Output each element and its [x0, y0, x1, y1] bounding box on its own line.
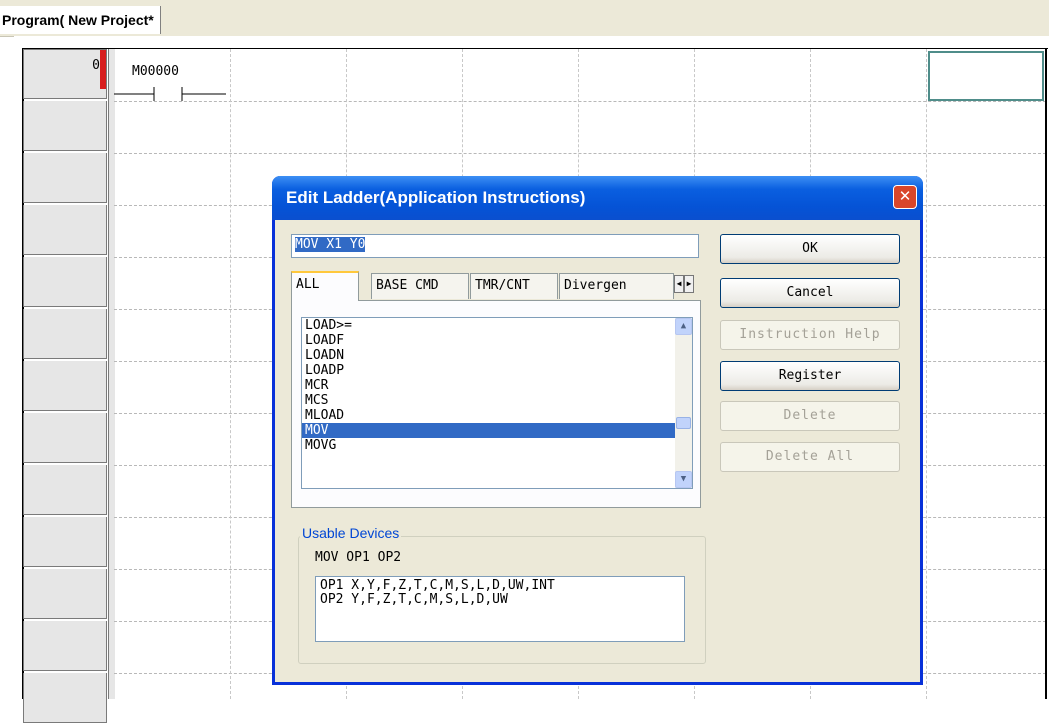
list-item[interactable]: LOAD>=	[302, 318, 692, 333]
register-button[interactable]: Register	[720, 361, 900, 391]
close-icon: ✕	[898, 188, 912, 205]
dialog-title-bar[interactable]: Edit Ladder(Application Instructions) ✕	[272, 176, 923, 220]
grid-column-line	[230, 49, 231, 699]
document-tab-bar: Program( New Project*	[0, 0, 1049, 37]
usable-devices-box: OP1 X,Y,F,Z,T,C,M,S,L,D,UW,INT OP2 Y,F,Z…	[315, 576, 685, 642]
scroll-thumb[interactable]	[676, 417, 691, 429]
scroll-up-icon[interactable]: ▲	[675, 318, 692, 335]
usage-syntax: MOV OP1 OP2	[315, 550, 402, 565]
row-number	[23, 517, 107, 567]
delete-all-button[interactable]: Delete All	[720, 442, 900, 472]
grid-row-line	[114, 153, 1046, 154]
row-number	[23, 465, 107, 515]
list-item[interactable]: MCS	[302, 393, 692, 408]
row-number	[23, 361, 107, 411]
ok-button[interactable]: OK	[720, 234, 900, 264]
list-item[interactable]: LOADN	[302, 348, 692, 363]
tab-tmr-cnt[interactable]: TMR/CNT	[470, 273, 558, 299]
instruction-list[interactable]: LOAD>= LOADF LOADN LOADP MCR MCS MLOAD MOV MOVG …	[301, 317, 693, 489]
row-number-column: 0	[23, 49, 109, 723]
row-number	[23, 309, 107, 359]
grid-row-line	[114, 101, 1046, 102]
instruction-input-value: MOV X1 Y0	[295, 237, 366, 252]
tab-base-cmd[interactable]: BASE CMD	[371, 273, 469, 299]
row-number: 0	[23, 49, 107, 99]
list-scrollbar[interactable]: ▲ ▼	[675, 318, 692, 488]
list-item[interactable]: MLOAD	[302, 408, 692, 423]
tab-scroll-right-icon[interactable]: ▶	[684, 275, 694, 293]
active-row-marker	[100, 50, 106, 89]
row-number	[23, 153, 107, 203]
edit-ladder-dialog: Edit Ladder(Application Instructions) ✕ …	[272, 176, 923, 685]
row-number	[23, 101, 107, 151]
usable-devices-legend: Usable Devices	[300, 525, 402, 541]
instruction-input[interactable]: MOV X1 Y0	[291, 234, 699, 258]
row-number	[23, 257, 107, 307]
list-item[interactable]: MCR	[302, 378, 692, 393]
list-item[interactable]: LOADP	[302, 363, 692, 378]
instruction-tabs: ALL BASE CMD TMR/CNT Divergen ◀ ▶	[291, 271, 701, 301]
close-button[interactable]: ✕	[893, 185, 917, 209]
contact-label: M00000	[132, 64, 179, 79]
devices-line-op2: OP2 Y,F,Z,T,C,M,S,L,D,UW	[320, 592, 508, 607]
list-item[interactable]: LOADF	[302, 333, 692, 348]
tab-all[interactable]: ALL	[291, 271, 359, 301]
row-number	[23, 205, 107, 255]
list-item[interactable]: MOVG	[302, 438, 692, 453]
grid-column-line	[926, 49, 927, 699]
tab-divergen[interactable]: Divergen	[559, 273, 674, 299]
scroll-down-icon[interactable]: ▼	[675, 471, 692, 488]
devices-line-op1: OP1 X,Y,F,Z,T,C,M,S,L,D,UW,INT	[320, 578, 555, 593]
dialog-title: Edit Ladder(Application Instructions)	[286, 188, 586, 207]
row-number	[23, 413, 107, 463]
row-number	[23, 569, 107, 619]
list-item[interactable]: MOV	[302, 423, 692, 438]
delete-button[interactable]: Delete	[720, 401, 900, 431]
cursor-cell[interactable]	[928, 51, 1044, 101]
row-number	[23, 673, 107, 723]
tab-scroll-left-icon[interactable]: ◀	[674, 275, 684, 293]
instruction-help-button[interactable]: Instruction Help	[720, 320, 900, 350]
right-power-rail	[1045, 49, 1047, 699]
normally-open-contact[interactable]	[114, 84, 230, 104]
tab-scroll-arrows: ◀ ▶	[674, 275, 694, 293]
program-tab[interactable]: Program( New Project*	[0, 6, 161, 34]
cancel-button[interactable]: Cancel	[720, 278, 900, 308]
row-number	[23, 621, 107, 671]
